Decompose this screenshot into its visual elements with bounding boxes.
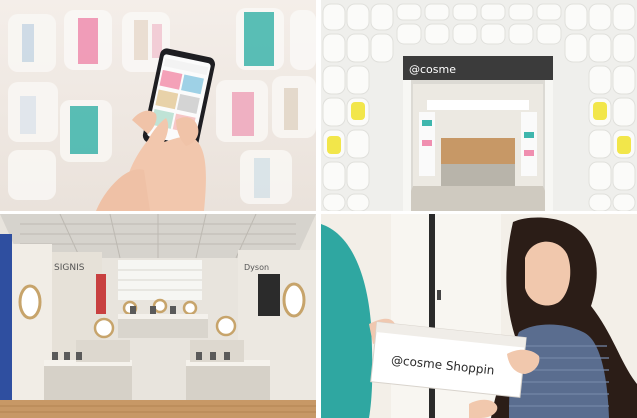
- store-sign: @cosme: [409, 63, 456, 76]
- brand-sign-1: SIGNIS: [54, 263, 85, 273]
- brand-sign-2: Dyson: [244, 263, 269, 272]
- delivery-scene: @cosme Shoppin: [321, 214, 637, 418]
- panel-store-interior: SIGNIS Dyson: [0, 214, 316, 418]
- photo-collage: @cosme SIGNIS Dyson @cosme Shoppin: [0, 0, 637, 418]
- panel-shopping-delivery: @cosme Shoppin: [321, 214, 637, 418]
- store-entrance-scene: @cosme: [321, 0, 637, 211]
- panel-smartphone-shopping: [0, 0, 316, 211]
- panel-store-entrance: @cosme: [321, 0, 637, 211]
- smartphone-scene: [0, 0, 316, 211]
- store-interior-scene: SIGNIS Dyson: [0, 214, 316, 418]
